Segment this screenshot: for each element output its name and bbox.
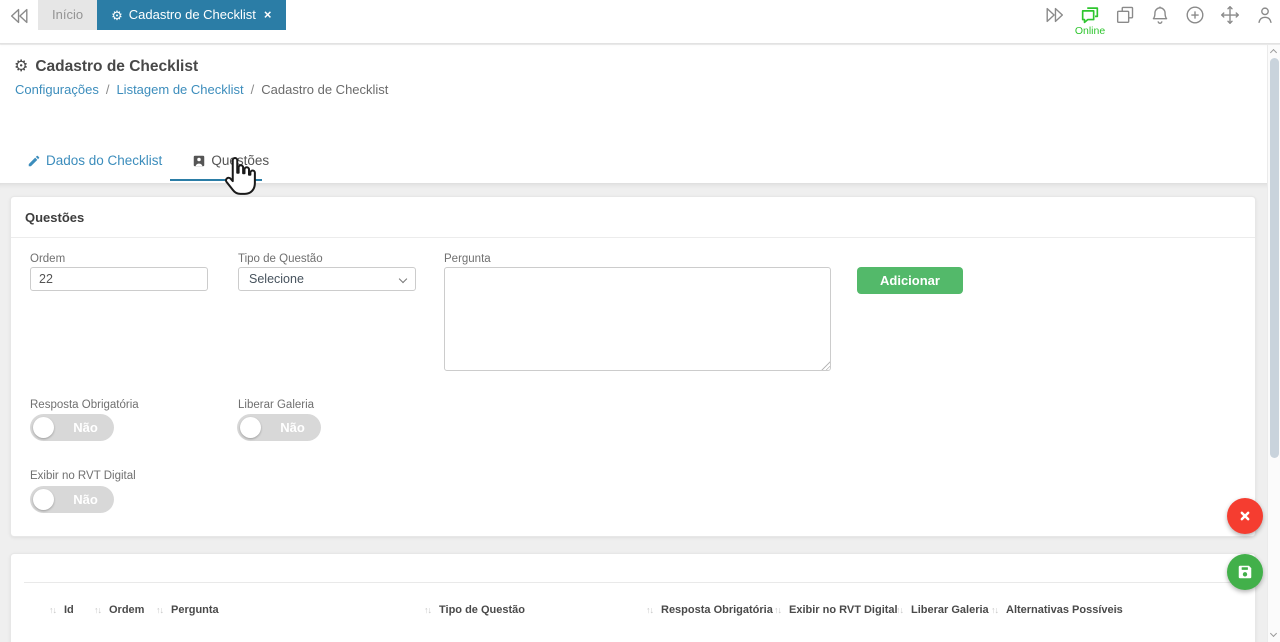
gear-icon: ⚙ — [111, 7, 123, 23]
chat-online-icon[interactable]: Online — [1075, 4, 1105, 37]
column-label: Resposta Obrigatória — [661, 604, 773, 616]
close-icon — [1240, 511, 1250, 521]
column-label: Exibir no RVT Digital — [789, 604, 898, 616]
pergunta-label: Pergunta — [444, 253, 491, 265]
window-tab-label: Cadastro de Checklist — [128, 7, 256, 22]
tab-questoes[interactable]: Questões — [192, 153, 269, 168]
close-tab-icon[interactable]: × — [264, 0, 272, 30]
pergunta-textarea[interactable] — [444, 267, 831, 371]
sort-icon: ↑↓ — [424, 605, 432, 615]
column-header-exibir-no-rvt-digital[interactable]: ↑↓ Exibir no RVT Digital — [774, 604, 898, 616]
navbar-actions: Online — [1044, 4, 1276, 37]
toggle-state: Não — [73, 492, 98, 507]
user-icon[interactable] — [1254, 4, 1276, 26]
column-header-alternativas-possiveis[interactable]: ↑↓ Alternativas Possíveis — [991, 604, 1123, 616]
app-screen: Início ⚙ Cadastro de Checklist × Online — [0, 0, 1280, 642]
resposta-obrigatoria-toggle[interactable]: Não — [30, 414, 114, 441]
move-icon[interactable] — [1219, 4, 1241, 26]
scroll-down-arrow[interactable] — [1268, 629, 1280, 641]
select-value: Selecione — [249, 272, 304, 286]
sort-icon: ↑↓ — [646, 605, 654, 615]
column-label: Ordem — [109, 604, 145, 616]
sort-icon: ↑↓ — [774, 605, 782, 615]
content-tab-bar: Dados do Checklist Questões — [27, 153, 269, 168]
window-tab-label: Início — [52, 7, 84, 22]
plus-circle-icon[interactable] — [1184, 4, 1206, 26]
breadcrumb-separator: / — [250, 82, 255, 97]
toggle-knob — [33, 417, 54, 438]
tab-label: Questões — [211, 153, 270, 168]
save-floppy-icon — [1238, 565, 1252, 579]
active-tab-underline — [170, 179, 262, 181]
tab-dados-do-checklist[interactable]: Dados do Checklist — [27, 153, 162, 168]
scrollbar-thumb[interactable] — [1270, 58, 1279, 458]
scroll-up-arrow[interactable] — [1268, 46, 1280, 58]
column-header-resposta-obrigatoria[interactable]: ↑↓ Resposta Obrigatória — [646, 604, 773, 616]
divider — [24, 582, 1242, 583]
sort-icon: ↑↓ — [991, 605, 999, 615]
breadcrumb-separator: / — [105, 82, 110, 97]
column-label: Id — [64, 604, 74, 616]
page-title: Cadastro de Checklist — [35, 58, 199, 75]
online-status: Online — [1074, 25, 1106, 37]
window-tab-cadastro-checklist[interactable]: ⚙ Cadastro de Checklist × — [97, 0, 286, 30]
chevron-down-icon — [398, 274, 408, 284]
breadcrumb-listagem-checklist[interactable]: Listagem de Checklist — [116, 82, 243, 97]
breadcrumb-current: Cadastro de Checklist — [261, 82, 389, 97]
questoes-table-card: ↑↓ Id ↑↓ Ordem ↑↓ Pergunta ↑↓ Tipo de Qu… — [10, 553, 1256, 642]
column-header-ordem[interactable]: ↑↓ Ordem — [94, 604, 144, 616]
page-header: ⚙ Cadastro de Checklist Configurações / Li… — [0, 45, 1280, 183]
window-tab-bar: Início ⚙ Cadastro de Checklist × — [38, 0, 286, 30]
pencil-icon — [28, 155, 40, 166]
account-box-icon — [194, 155, 205, 166]
liberar-galeria-label: Liberar Galeria — [238, 399, 315, 411]
toggle-state: Não — [73, 420, 98, 435]
questoes-form-card: Questões Ordem Tipo de Questão Selecione… — [10, 196, 1256, 537]
column-header-trailing[interactable]: ↑↓ — [1114, 604, 1122, 614]
column-header-pergunta[interactable]: ↑↓ Pergunta — [156, 604, 219, 616]
vertical-scrollbar — [1267, 45, 1280, 642]
breadcrumb: Configurações / Listagem de Checklist / Cada… — [15, 82, 388, 97]
table-header-row: ↑↓ Id ↑↓ Ordem ↑↓ Pergunta ↑↓ Tipo de Qu… — [11, 604, 1255, 628]
sort-icon: ↑↓ — [94, 605, 102, 615]
column-header-tipo-de-questao[interactable]: ↑↓ Tipo de Questão — [424, 604, 525, 616]
save-fab-button[interactable] — [1227, 554, 1263, 590]
toggle-state: Não — [280, 420, 305, 435]
content-area: Questões Ordem Tipo de Questão Selecione… — [0, 183, 1280, 642]
tipo-de-questao-label: Tipo de Questão — [238, 253, 323, 265]
liberar-galeria-toggle[interactable]: Não — [237, 414, 321, 441]
gear-icon: ⚙ — [14, 58, 29, 75]
column-label: Pergunta — [171, 604, 219, 616]
adicionar-button[interactable]: Adicionar — [857, 267, 963, 294]
window-tab-inicio[interactable]: Início — [38, 0, 98, 30]
toggle-knob — [240, 417, 261, 438]
top-navbar: Início ⚙ Cadastro de Checklist × Online — [0, 0, 1280, 44]
sort-icon: ↑↓ — [156, 605, 164, 615]
breadcrumb-configuracoes[interactable]: Configurações — [15, 82, 99, 97]
cancel-fab-button[interactable] — [1227, 498, 1263, 534]
exibir-no-rvt-digital-toggle[interactable]: Não — [30, 486, 114, 513]
column-label: Tipo de Questão — [439, 604, 525, 616]
exibir-no-rvt-digital-label: Exibir no RVT Digital — [30, 470, 136, 482]
ordem-label: Ordem — [30, 253, 66, 265]
copy-icon[interactable] — [1114, 4, 1136, 26]
tipo-de-questao-select[interactable]: Selecione — [238, 267, 416, 291]
column-label: Liberar Galeria — [911, 604, 989, 616]
sort-icon: ↑↓ — [49, 605, 57, 615]
sort-icon: ↑↓ — [1114, 604, 1122, 614]
section-title: Questões — [25, 210, 85, 225]
column-header-liberar-galeria[interactable]: ↑↓ Liberar Galeria — [896, 604, 989, 616]
toggle-knob — [33, 489, 54, 510]
fast-forward-icon[interactable] — [1044, 4, 1066, 26]
resposta-obrigatoria-label: Resposta Obrigatória — [30, 399, 139, 411]
sort-icon: ↑↓ — [896, 605, 904, 615]
ordem-input[interactable] — [30, 267, 208, 291]
card-header: Questões — [11, 197, 1255, 238]
column-label: Alternativas Possíveis — [1006, 604, 1123, 616]
tab-label: Dados do Checklist — [46, 153, 163, 168]
bell-icon[interactable] — [1149, 4, 1171, 26]
rewind-icon[interactable] — [8, 5, 30, 27]
column-header-id[interactable]: ↑↓ Id — [49, 604, 74, 616]
